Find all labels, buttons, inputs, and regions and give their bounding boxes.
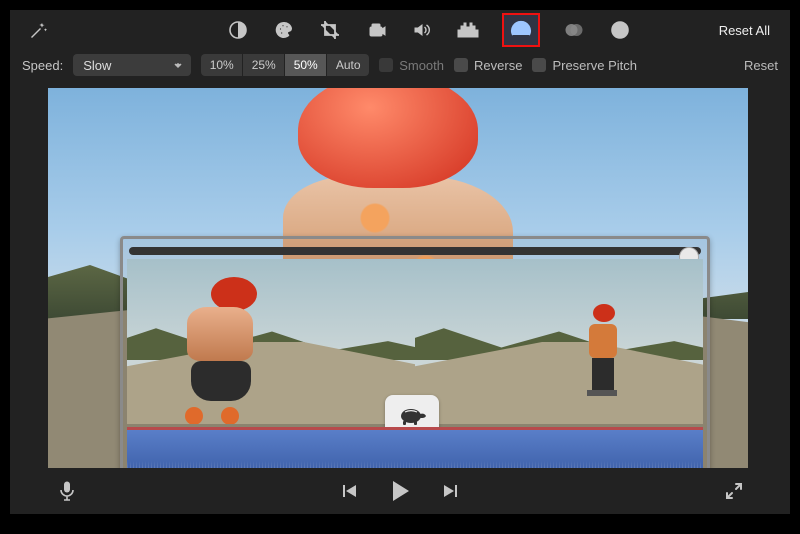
adjustments-toolbar: Reset All: [10, 10, 790, 50]
stabilization-icon[interactable]: [364, 18, 388, 42]
range-track[interactable]: [129, 247, 701, 255]
speed-preset-auto[interactable]: Auto: [327, 54, 369, 76]
crop-icon[interactable]: [318, 18, 342, 42]
speed-dropdown-value: Slow: [83, 58, 111, 73]
transport-bar: [10, 468, 790, 514]
speed-label: Speed:: [22, 58, 63, 73]
info-icon[interactable]: [608, 18, 632, 42]
reverse-checkbox[interactable]: [454, 58, 468, 72]
speed-preset-50[interactable]: 50%: [285, 54, 327, 76]
preserve-pitch-checkbox[interactable]: [532, 58, 546, 72]
speed-dropdown[interactable]: Slow: [73, 54, 191, 76]
range-thumbnail: [415, 259, 703, 424]
magic-wand-icon[interactable]: [26, 18, 50, 42]
overlap-icon[interactable]: [562, 18, 586, 42]
speed-preset-10[interactable]: 10%: [201, 54, 243, 76]
speed-preset-25[interactable]: 25%: [243, 54, 285, 76]
smooth-checkbox[interactable]: [379, 58, 393, 72]
previous-frame-button[interactable]: [341, 482, 359, 500]
preserve-pitch-checkbox-group[interactable]: Preserve Pitch: [532, 58, 637, 73]
audio-waveform-area[interactable]: [127, 429, 703, 468]
reset-button[interactable]: Reset: [744, 58, 778, 73]
preserve-pitch-label: Preserve Pitch: [552, 58, 637, 73]
speed-controls-bar: Speed: Slow 10% 25% 50% Auto Smooth Reve…: [10, 50, 790, 84]
equalizer-icon[interactable]: [456, 18, 480, 42]
palette-icon[interactable]: [272, 18, 296, 42]
chevron-down-icon: [173, 58, 183, 73]
play-button[interactable]: [387, 478, 413, 504]
range-thumbnail: [127, 259, 417, 424]
volume-icon[interactable]: [410, 18, 434, 42]
reverse-label: Reverse: [474, 58, 522, 73]
reverse-checkbox-group[interactable]: Reverse: [454, 58, 522, 73]
speed-range-overlay[interactable]: [120, 236, 710, 468]
preview-viewport: [48, 88, 748, 468]
reset-all-button[interactable]: Reset All: [719, 23, 770, 38]
smooth-checkbox-group[interactable]: Smooth: [379, 58, 444, 73]
smooth-label: Smooth: [399, 58, 444, 73]
speed-preset-group: 10% 25% 50% Auto: [201, 54, 369, 76]
preview-subject: [298, 88, 478, 188]
microphone-icon[interactable]: [58, 480, 76, 502]
next-frame-button[interactable]: [441, 482, 459, 500]
contrast-icon[interactable]: [226, 18, 250, 42]
speedometer-icon[interactable]: [502, 13, 540, 47]
preview-frame[interactable]: [48, 88, 748, 468]
expand-icon[interactable]: [724, 481, 744, 501]
